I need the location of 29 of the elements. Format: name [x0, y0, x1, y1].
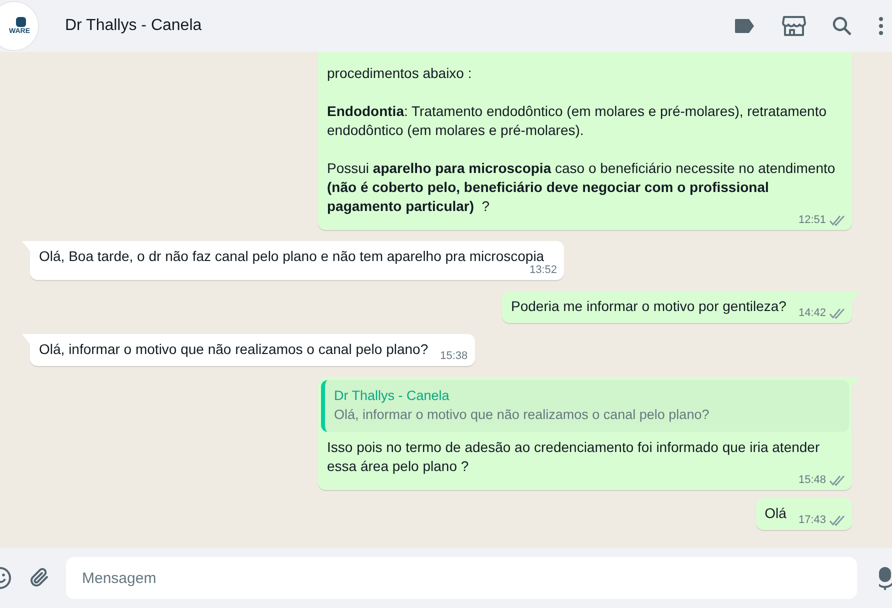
message-time: 15:48	[798, 473, 826, 488]
message-bubble[interactable]	[318, 52, 852, 230]
message-time: 14:42	[798, 306, 826, 321]
message-time: 12:51	[798, 213, 826, 228]
message-time: 15:38	[440, 349, 468, 364]
message-text: Olá	[764, 504, 786, 523]
message-text: Poderia me informar o motivo por gentileza?	[511, 297, 786, 316]
message-text: Isso pois no termo de adesão ao credenciamento foi informado que iria atender essa área pelo plano ?	[327, 438, 821, 475]
emoji-icon[interactable]	[0, 566, 12, 590]
quoted-text: Olá, informar o motivo que não realizamos o canal pelo plano?	[334, 406, 710, 424]
message-time: 17:43	[798, 513, 826, 528]
store-icon[interactable]	[782, 15, 806, 37]
message-text: Olá, informar o motivo que não realizamos o canal pelo plano?	[39, 340, 428, 359]
menu-icon[interactable]	[878, 16, 884, 36]
contact-name[interactable]: Dr Thallys - Canela	[65, 17, 708, 35]
message-input[interactable]: Mensagem	[66, 557, 857, 599]
message-text: procedimentos abaixo : Endodontia: Tratamento endodôntico (em molares e pré-molares), retratamento endodôntico (em molares e pré-molares). Possui aparelho para microscopia caso o beneficiário necessite no atendimento (não é coberto pelo, beneficiário deve negociar com o profissional pagamento particular) ?	[327, 64, 836, 215]
message-bubble[interactable]: Olá 17:43	[756, 498, 852, 530]
search-icon[interactable]	[832, 16, 852, 36]
message-bubble[interactable]: Dr Thallys - Canela Olá, informar o motivo que não realizamos o canal pelo plano? Isso pois no termo de adesão ao credenciamento foi informado que iria atender essa área pelo plano ? 15:48	[318, 377, 852, 490]
message-bubble[interactable]: Olá, informar o motivo que não realizamos o canal pelo plano? 15:38	[30, 334, 475, 366]
message-bubble[interactable]: Poderia me informar o motivo por gentileza? 14:42	[502, 291, 852, 323]
quoted-author: Dr Thallys - Canela	[334, 387, 450, 405]
microphone-icon[interactable]	[879, 566, 892, 590]
message-time: 13:52	[529, 264, 557, 278]
quoted-message[interactable]: Dr Thallys - Canela Olá, informar o motivo que não realizamos o canal pelo plano?	[321, 380, 849, 432]
message-text: Olá, Boa tarde, o dr não faz canal pelo plano e não tem aparelho pra microscopia	[39, 247, 544, 265]
label-icon[interactable]	[734, 18, 756, 34]
message-bubble[interactable]: Olá, Boa tarde, o dr não faz canal pelo plano e não tem aparelho pra microscopia 13:52	[30, 241, 564, 280]
